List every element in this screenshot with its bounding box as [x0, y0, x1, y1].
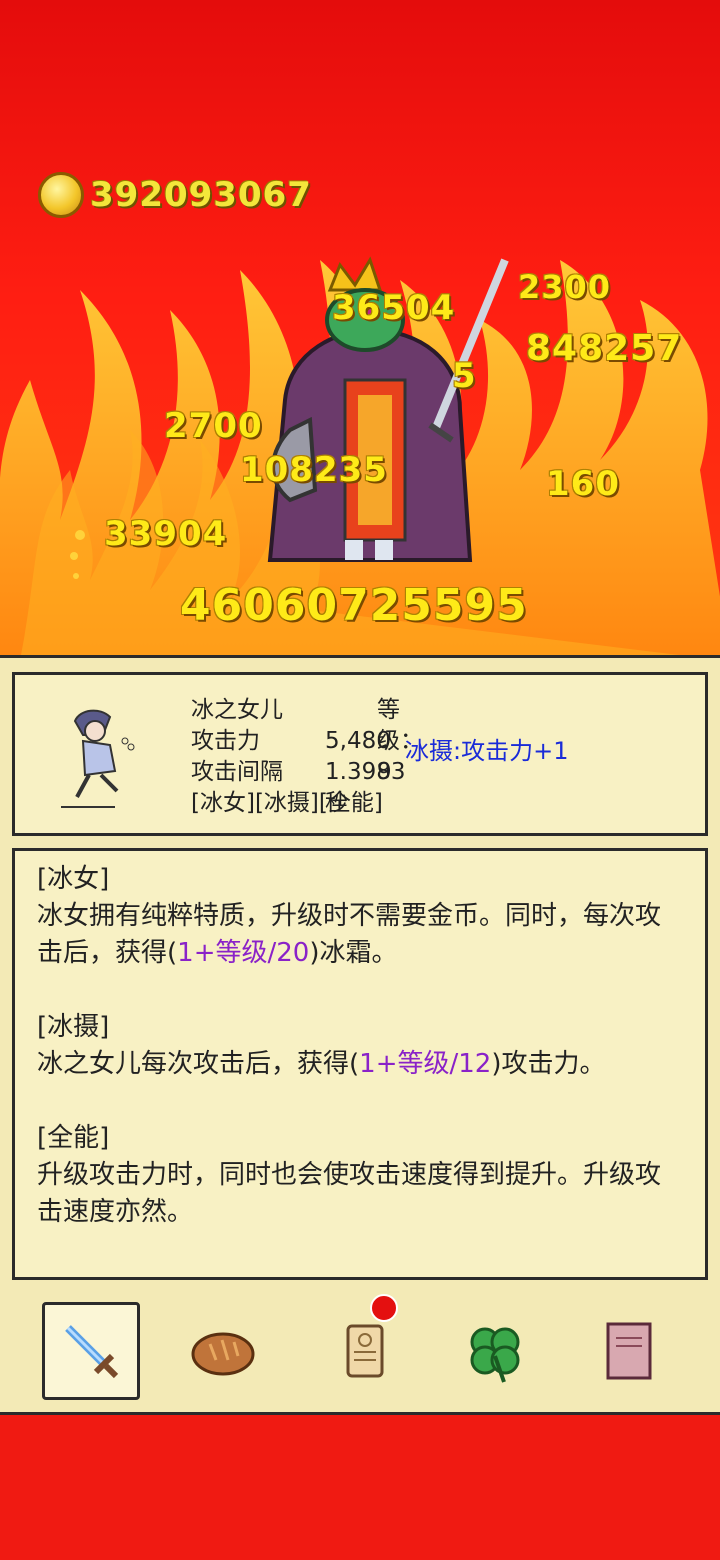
skill-text: 升级攻击力时，同时也会使攻击速度得到提升。升级攻击速度亦然。 — [37, 1160, 662, 1227]
attack-value: 5,480 — [325, 728, 391, 754]
tab-luck[interactable] — [446, 1302, 544, 1400]
skill-title: [冰女] — [37, 864, 110, 894]
damage-number: 5 — [452, 356, 477, 396]
damage-number: 2700 — [164, 406, 263, 446]
coin-icon — [38, 172, 84, 218]
hero-portrait-icon — [61, 709, 135, 808]
damage-number-total: 46060725595 — [180, 580, 528, 631]
clover-icon — [470, 1327, 520, 1383]
gold-counter: 392093067 — [38, 170, 312, 220]
battle-scene: 392093067 36504 2300 848257 5 2700 10823… — [0, 0, 720, 660]
skill-text: )冰霜。 — [309, 938, 398, 968]
skill-block: [冰女] 冰女拥有纯粹特质，升级时不需要金币。同时，每次攻击后，获得(1+等级/… — [37, 861, 683, 972]
tab-weapon[interactable] — [42, 1302, 140, 1400]
gold-amount: 392093067 — [90, 175, 312, 215]
skill-block: [冰摄] 冰之女儿每次攻击后，获得(1+等级/12)攻击力。 — [37, 1009, 683, 1083]
skill-description: [冰女] 冰女拥有纯粹特质，升级时不需要金币。同时，每次攻击后，获得(1+等级/… — [12, 848, 708, 1280]
hero-card[interactable]: 冰之女儿 等级：9 攻击力 5,480 攻击间隔 1.3983秒 [冰女][冰摄… — [12, 672, 708, 836]
notification-badge — [370, 1294, 398, 1322]
hero-stats: 冰之女儿 等级：9 攻击力 5,480 攻击间隔 1.3983秒 [冰女][冰摄… — [191, 695, 423, 819]
skill-block: [全能] 升级攻击力时，同时也会使攻击速度得到提升。升级攻击速度亦然。 — [37, 1120, 683, 1231]
damage-number: 848257 — [526, 328, 683, 369]
damage-number: 160 — [546, 464, 620, 504]
skill-text: )攻击力。 — [491, 1049, 606, 1079]
skill-formula: 1+等级/12 — [359, 1049, 492, 1079]
tab-book[interactable] — [580, 1302, 678, 1400]
bottom-background — [0, 1416, 720, 1560]
skill-formula: 1+等级/20 — [177, 938, 310, 968]
scroll-icon — [346, 1324, 384, 1378]
skill-title: [冰摄] — [37, 1012, 110, 1042]
interval-label: 攻击间隔 — [191, 759, 283, 785]
skill-text: 冰之女儿每次攻击后，获得( — [37, 1049, 360, 1079]
tab-bar — [0, 1292, 720, 1412]
sword-icon — [65, 1325, 119, 1379]
bread-icon — [191, 1332, 255, 1376]
hero-name: 冰之女儿 — [191, 697, 283, 723]
damage-number: 36504 — [332, 288, 456, 328]
skill-title: [全能] — [37, 1123, 110, 1153]
tab-scroll[interactable] — [316, 1294, 414, 1400]
damage-number: 33904 — [104, 514, 228, 554]
damage-number: 108235 — [240, 450, 388, 490]
tab-food[interactable] — [174, 1302, 272, 1400]
book-icon — [606, 1322, 652, 1380]
hero-tags: [冰女][冰摄][全能] — [191, 790, 383, 816]
buff-text: 冰摄:攻击力+1 — [405, 737, 569, 765]
damage-number: 2300 — [518, 268, 612, 306]
attack-label: 攻击力 — [191, 728, 260, 754]
